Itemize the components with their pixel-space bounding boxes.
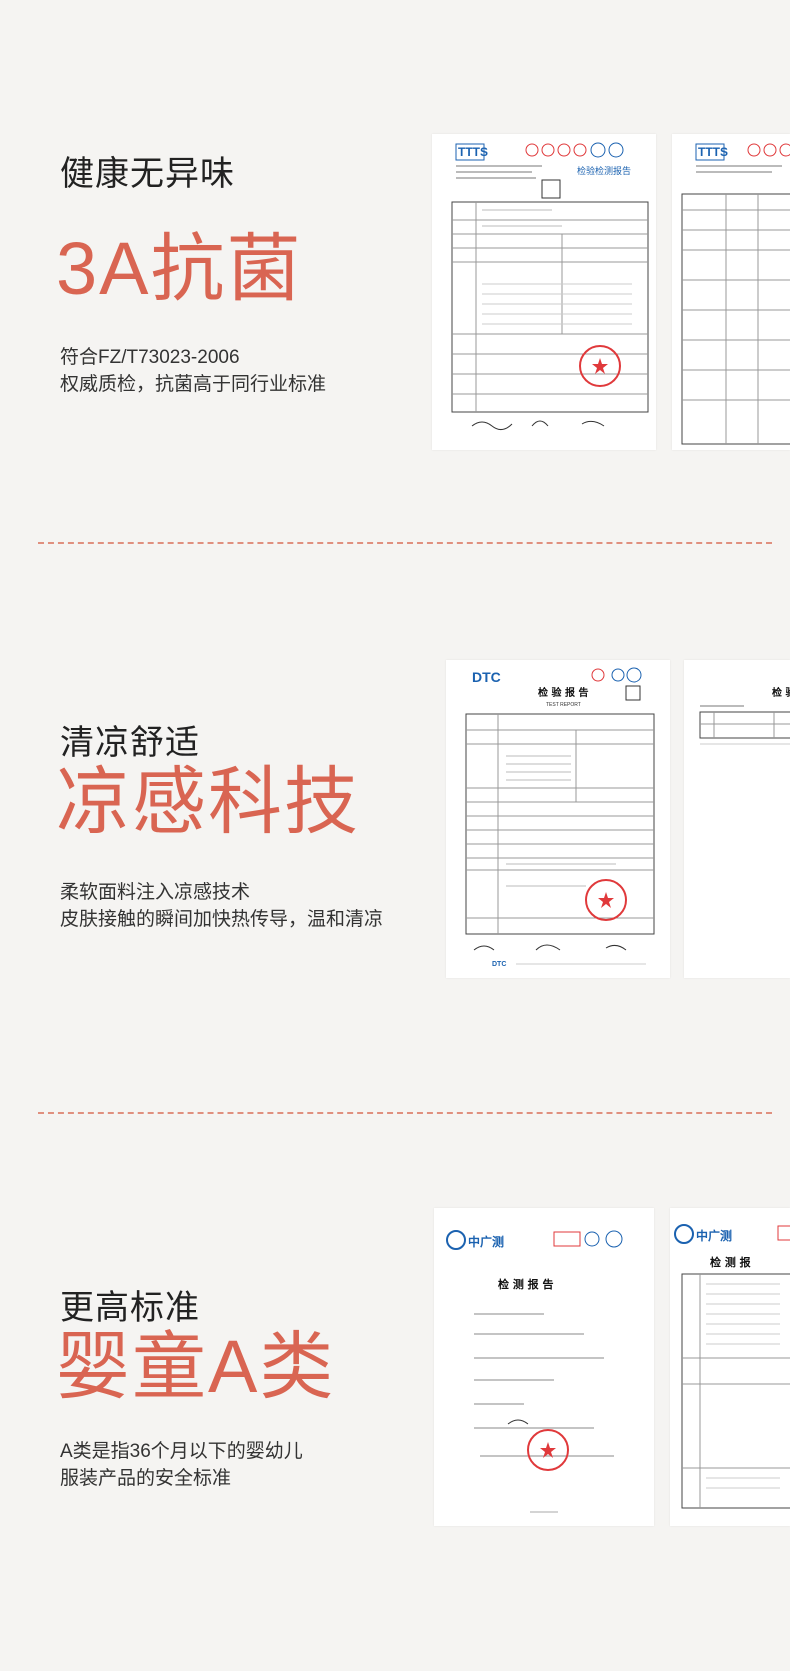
section-headline: 婴童A类 <box>56 1325 336 1408</box>
section-subtitle: 健康无异味 <box>60 155 235 193</box>
svg-text:检 验: 检 验 <box>772 686 790 699</box>
section-subtitle: 更高标准 <box>60 1289 200 1327</box>
test-report-document: TTTS 检验检测报告 <box>432 134 656 450</box>
dtc-logo: DTC <box>472 669 501 685</box>
svg-text:中广测: 中广测 <box>696 1228 732 1243</box>
section-cooling: 清凉舒适 凉感科技 柔软面料注入凉感技术 皮肤接触的瞬间加快热传导，温和清凉 D… <box>0 560 790 1060</box>
svg-text:DTC: DTC <box>492 961 506 968</box>
svg-text:检验检测报告: 检验检测报告 <box>577 165 631 176</box>
section-infant-grade: 更高标准 婴童A类 A类是指36个月以下的婴幼儿 服装产品的安全标准 中广测 检… <box>0 1130 790 1670</box>
section-description-line2: 服装产品的安全标准 <box>60 1468 232 1489</box>
test-report-document-page2: 中广测 检 测 报 <box>670 1208 790 1526</box>
svg-text:TEST REPORT: TEST REPORT <box>546 702 581 708</box>
section-description-line2: 皮肤接触的瞬间加快热传导，温和清凉 <box>60 909 384 930</box>
svg-text:检 测 报: 检 测 报 <box>710 1255 752 1269</box>
section-antibacterial: 健康无异味 3A抗菌 符合FZ/T73023-2006 权威质检，抗菌高于同行业… <box>0 0 790 520</box>
section-subtitle: 清凉舒适 <box>60 724 200 762</box>
section-divider <box>38 542 772 544</box>
svg-text:检 验 报 告: 检 验 报 告 <box>538 686 588 699</box>
svg-text:检 测 报 告: 检 测 报 告 <box>498 1277 554 1291</box>
section-headline: 凉感科技 <box>56 760 360 843</box>
section-description-line1: 柔软面料注入凉感技术 <box>60 882 251 903</box>
section-description-line2: 权威质检，抗菌高于同行业标准 <box>60 374 327 395</box>
test-report-document: DTC 检 验 报 告 TEST REPORT DTC <box>446 660 670 978</box>
test-report-document: 中广测 检 测 报 告 <box>434 1208 654 1526</box>
section-description-line1: 符合FZ/T73023-2006 <box>60 347 240 368</box>
section-description-line1: A类是指36个月以下的婴幼儿 <box>60 1441 303 1462</box>
ccwt-logo: 中广测 <box>468 1234 504 1249</box>
test-report-document-page2: 检 验 <box>684 660 790 978</box>
section-divider <box>38 1112 772 1114</box>
test-report-document-page2: TTTS <box>672 134 790 450</box>
section-headline: 3A抗菌 <box>56 227 303 310</box>
